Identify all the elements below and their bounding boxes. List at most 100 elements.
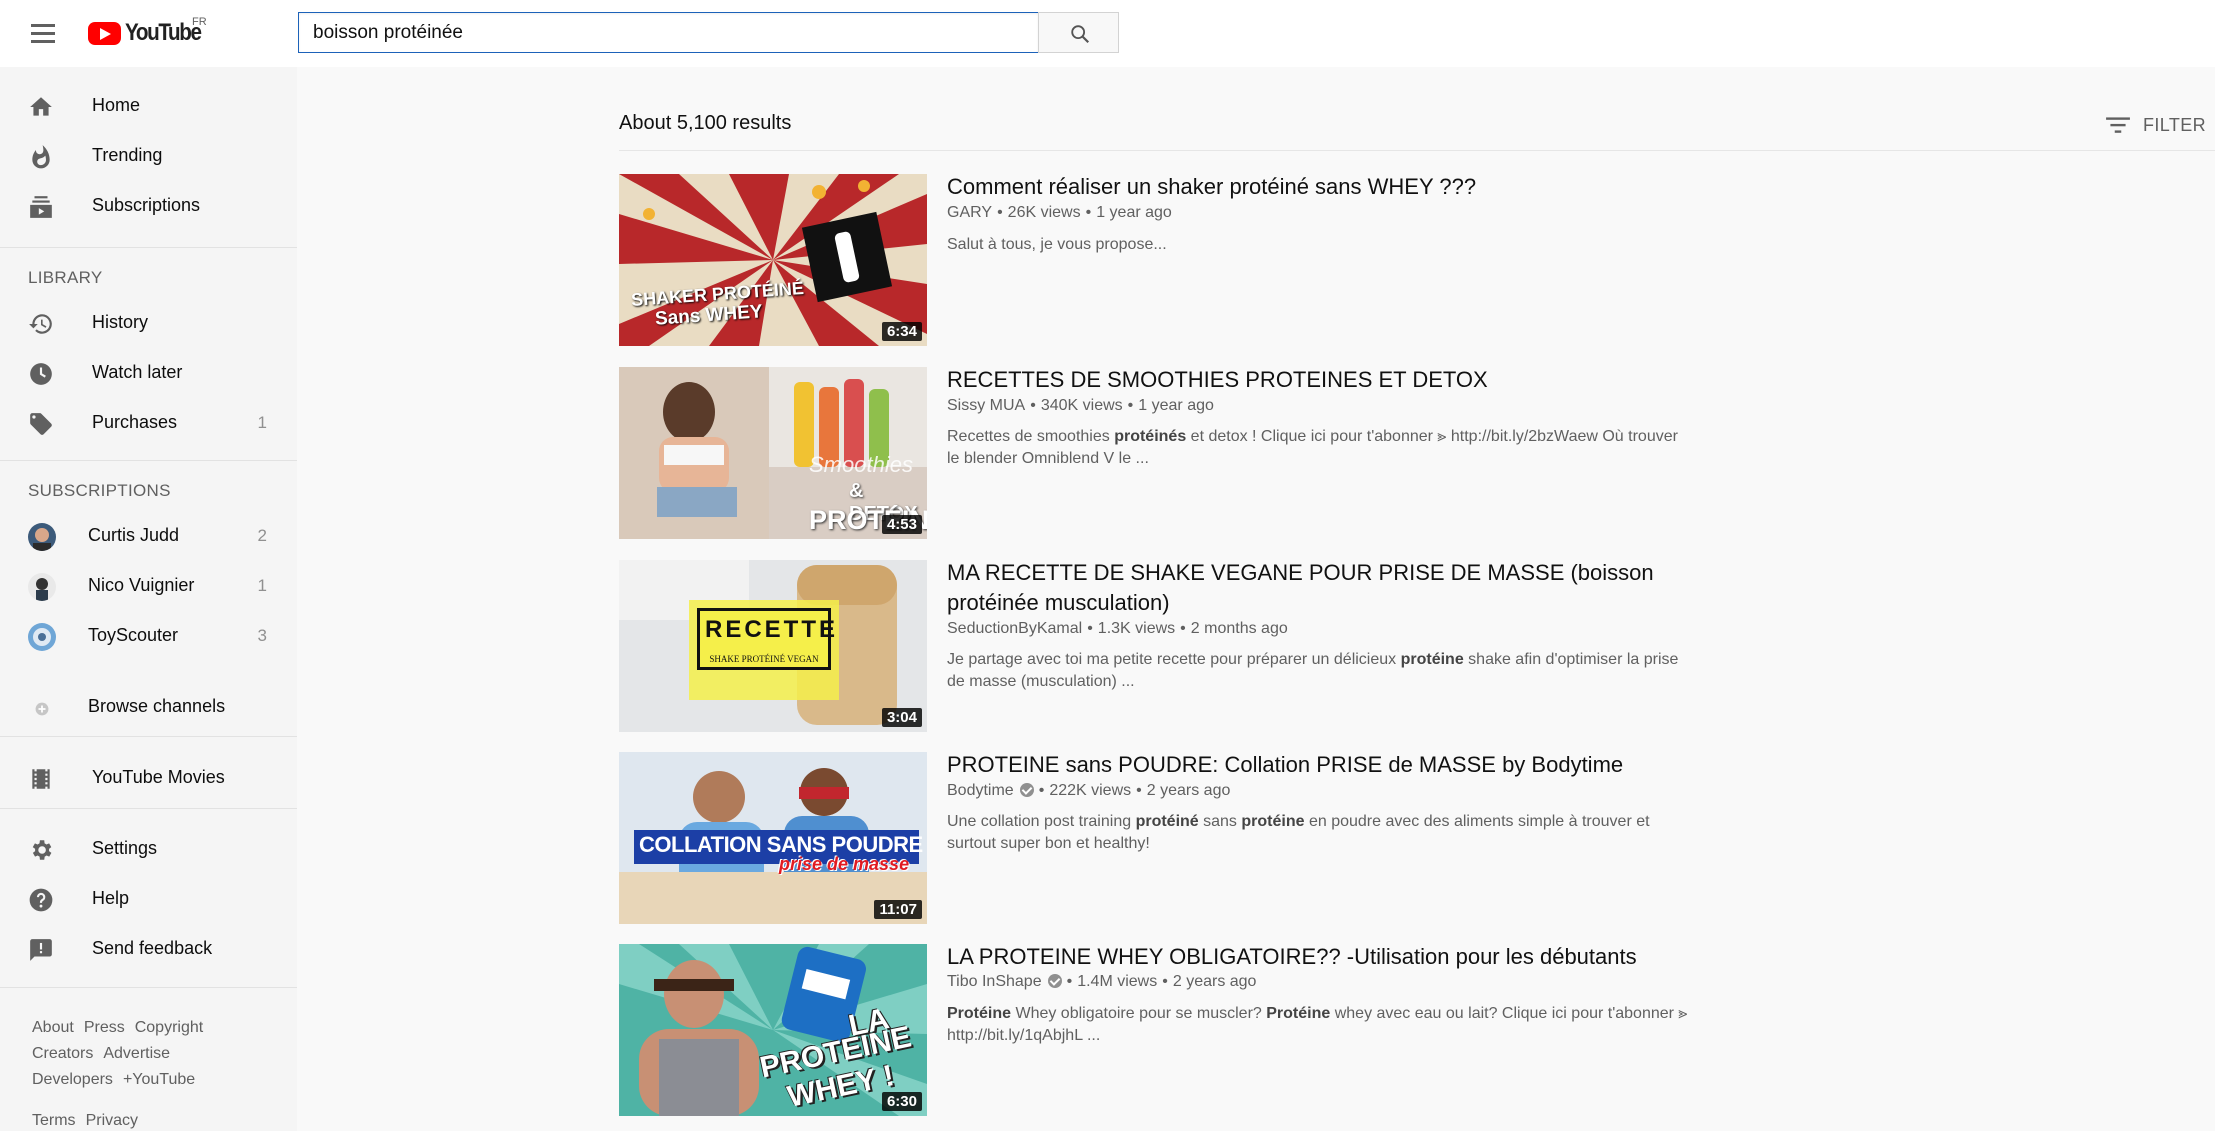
footer-link-advertise[interactable]: Advertise (103, 1045, 170, 1062)
video-title[interactable]: MA RECETTE DE SHAKE VEGANE POUR PRISE DE… (947, 558, 1727, 618)
video-thumbnail[interactable]: COLLATION SANS POUDRE prise de masse 11:… (619, 752, 927, 924)
purchases-count: 1 (257, 413, 267, 432)
video-title[interactable]: LA PROTEINE WHEY OBLIGATOIRE?? -Utilisat… (947, 942, 1727, 972)
menu-icon[interactable] (26, 17, 60, 51)
video-description: Protéine Whey obligatoire pour se muscle… (947, 1003, 1697, 1047)
video-thumbnail[interactable]: LA PROTEINE WHEY ! 6:30 (619, 944, 927, 1116)
sidebar-item-label: History (92, 312, 149, 332)
footer-link-plus-youtube[interactable]: +YouTube (123, 1071, 195, 1088)
upload-age: 2 months ago (1190, 620, 1288, 637)
sidebar-item-watch-later[interactable]: Watch later (0, 348, 297, 398)
search-input[interactable] (299, 13, 1038, 52)
description-text: http://bit.ly/1qAbjhL ... (947, 1027, 1101, 1044)
sidebar-item-home[interactable]: Home (0, 81, 297, 131)
upload-age: 1 year ago (1138, 397, 1214, 414)
footer-link-creators[interactable]: Creators (32, 1045, 93, 1062)
video-title[interactable]: PROTEINE sans POUDRE: Collation PRISE de… (947, 750, 1727, 780)
clock-icon (30, 363, 52, 385)
footer-links-row: Developers +YouTube (32, 1071, 205, 1089)
sidebar-item-label: Subscriptions (92, 195, 201, 215)
sidebar-item-help[interactable]: Help (0, 874, 297, 924)
upload-age: 1 year ago (1096, 204, 1172, 221)
channel-name[interactable]: SeductionByKamal (947, 620, 1082, 637)
sidebar-item-trending[interactable]: Trending (0, 131, 297, 181)
sidebar-divider (0, 987, 297, 988)
feedback-icon (30, 939, 52, 961)
sidebar-item-browse-channels[interactable]: Browse channels (0, 682, 297, 732)
video-duration: 6:30 (881, 1092, 922, 1111)
subscription-nico-vuignier[interactable]: Nico Vuignier 1 (0, 561, 297, 611)
library-heading: LIBRARY (28, 268, 103, 287)
description-highlight: protéine (1241, 813, 1305, 830)
home-icon (30, 97, 52, 116)
sidebar-item-label: Help (92, 888, 130, 908)
footer-link-developers[interactable]: Developers (32, 1071, 113, 1088)
footer-link-about[interactable]: About (32, 1019, 74, 1036)
video-meta: Tibo InShape • 1.4M views • 2 years ago (947, 973, 1257, 990)
channel-name[interactable]: Sissy MUA (947, 397, 1025, 414)
video-title[interactable]: RECETTES DE SMOOTHIES PROTEINES ET DETOX (947, 365, 1727, 395)
video-result: Smoothies & DETOX PROTÉINÉS 4:53 RECETTE… (619, 367, 1719, 539)
plus-circle-icon (35, 702, 49, 716)
sidebar-item-label: ToyScouter (88, 625, 179, 645)
sidebar-divider (0, 736, 297, 737)
description-text: shake afin d'optimiser la prise (1463, 651, 1679, 668)
upload-age: 2 years ago (1172, 973, 1257, 990)
sidebar-item-label: Browse channels (88, 696, 226, 716)
sidebar-item-label: Home (92, 95, 141, 115)
video-title[interactable]: Comment réaliser un shaker protéiné sans… (947, 172, 1727, 202)
sidebar-item-subscriptions[interactable]: Subscriptions (0, 181, 297, 231)
sidebar-item-label: Nico Vuignier (88, 575, 195, 595)
footer-link-copyright[interactable]: Copyright (135, 1019, 203, 1036)
verified-check-icon (1019, 783, 1034, 797)
video-result: LA PROTEINE WHEY ! 6:30 LA PROTEINE WHEY… (619, 944, 1719, 1116)
view-count: 222K views (1049, 782, 1132, 799)
search-button[interactable] (1038, 12, 1119, 53)
new-videos-count: 2 (257, 526, 267, 545)
sidebar-item-purchases[interactable]: Purchases 1 (0, 398, 297, 448)
video-result: COLLATION SANS POUDRE prise de masse 11:… (619, 752, 1719, 924)
video-description: Salut à tous, je vous propose... (947, 234, 1697, 256)
video-result: RECETTE SHAKE PROTÉINÉ VEGAN 3:04 MA REC… (619, 560, 1719, 732)
sidebar-item-label: Curtis Judd (88, 525, 180, 545)
filter-button[interactable]: FILTER (2105, 112, 2206, 138)
youtube-logo[interactable]: YouTube FR (88, 16, 213, 48)
channel-name[interactable]: Bodytime (947, 782, 1014, 799)
video-title-line: protéinée musculation) (947, 590, 1170, 615)
description-text: sans (1198, 813, 1242, 830)
view-count: 26K views (1007, 204, 1081, 221)
upload-age: 2 years ago (1146, 782, 1231, 799)
history-icon (29, 314, 52, 334)
footer-link-privacy[interactable]: Privacy (86, 1112, 138, 1129)
description-highlight: protéinés (1114, 428, 1187, 445)
video-thumbnail[interactable]: RECETTE SHAKE PROTÉINÉ VEGAN 3:04 (619, 560, 927, 732)
avatar (28, 623, 56, 651)
footer-links-row: Creators Advertise (32, 1045, 180, 1063)
verified-check-icon (1047, 974, 1062, 988)
search-box (298, 12, 1039, 53)
description-text: Je partage avec toi ma petite recette po… (947, 651, 1401, 668)
new-videos-count: 3 (257, 626, 267, 645)
footer-link-press[interactable]: Press (84, 1019, 125, 1036)
channel-name[interactable]: GARY (947, 204, 992, 221)
sidebar-item-settings[interactable]: Settings (0, 824, 297, 874)
footer-links-row: Terms Privacy (32, 1112, 148, 1130)
description-highlight: Protéine (1266, 1005, 1331, 1022)
sidebar-item-send-feedback[interactable]: Send feedback (0, 924, 297, 974)
video-description: Je partage avec toi ma petite recette po… (947, 649, 1697, 693)
view-count: 1.3K views (1097, 620, 1176, 637)
subscription-curtis-judd[interactable]: Curtis Judd 2 (0, 511, 297, 561)
footer-link-terms[interactable]: Terms (32, 1112, 76, 1129)
sidebar-item-history[interactable]: History (0, 298, 297, 348)
sidebar-item-label: Watch later (92, 362, 183, 382)
description-text: le blender Omniblend V le ... (947, 450, 1149, 467)
thumbnail-text: prise de masse (779, 854, 910, 874)
subscriptions-icon (30, 196, 52, 218)
video-result: SHAKER PROTÉINÉ Sans WHEY 6:34 Comment r… (619, 174, 1719, 346)
sidebar-item-youtube-movies[interactable]: YouTube Movies (0, 753, 297, 803)
video-thumbnail[interactable]: SHAKER PROTÉINÉ Sans WHEY 6:34 (619, 174, 927, 346)
subscription-toyscouter[interactable]: ToyScouter 3 (0, 611, 297, 661)
channel-name[interactable]: Tibo InShape (947, 973, 1042, 990)
results-count: About 5,100 results (619, 112, 792, 134)
video-thumbnail[interactable]: Smoothies & DETOX PROTÉINÉS 4:53 (619, 367, 927, 539)
